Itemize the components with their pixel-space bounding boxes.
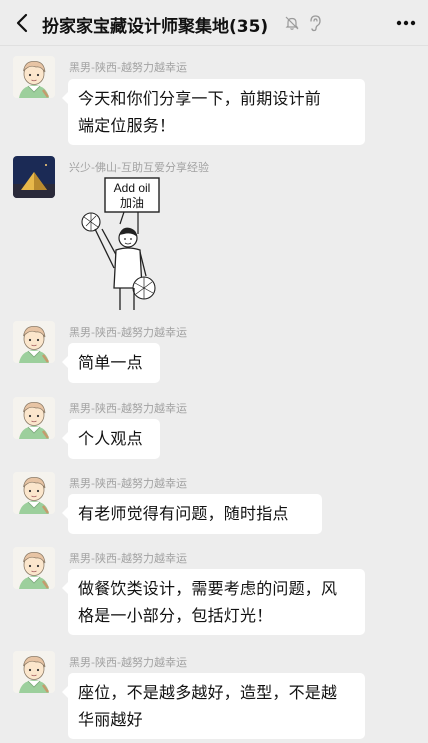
message-bubble[interactable]: 有老师觉得有问题，随时指点: [62, 494, 322, 534]
bell-muted-icon: [285, 16, 299, 30]
add-oil-sticker[interactable]: Add oil 加油: [78, 176, 170, 312]
message-text-line: 个人观点: [78, 429, 143, 448]
sender-name: 黑男-陕西-越努力越幸运: [69, 326, 187, 339]
message-text-line: 端定位服务！: [78, 116, 176, 135]
message-text-line: 座位，不是越多越好，造型，不是越: [78, 683, 338, 702]
sender-name: 黑男-陕西-越努力越幸运: [69, 402, 187, 415]
avatar[interactable]: [13, 321, 55, 363]
message-bubble[interactable]: 今天和你们分享一下，前期设计前 端定位服务！: [62, 79, 365, 145]
message-bubble[interactable]: 做餐饮类设计，需要考虑的问题，风 格是一小部分，包括灯光！: [62, 569, 365, 635]
sender-name: 黑男-陕西-越努力越幸运: [69, 552, 187, 565]
message-text-line: 今天和你们分享一下，前期设计前: [78, 89, 322, 108]
message-text-line: 简单一点: [78, 353, 143, 372]
message-text-line: 华丽越好: [78, 710, 143, 729]
sender-name: 黑男-陕西-越努力越幸运: [69, 477, 187, 490]
message-text-line: 做餐饮类设计，需要考虑的问题，风: [78, 579, 338, 598]
ear-icon: [310, 15, 321, 32]
chat-header: 扮家家宝藏设计师聚集地(35): [0, 0, 428, 46]
message-text-line: 有老师觉得有问题，随时指点: [78, 504, 289, 523]
message-bubble[interactable]: 座位，不是越多越好，造型，不是越 华丽越好: [62, 673, 365, 739]
chevron-left-icon[interactable]: [8, 8, 38, 38]
message-text-line: 格是一小部分，包括灯光！: [78, 606, 273, 625]
sticker-text: 加油: [120, 196, 144, 210]
sender-name: 黑男-陕西-越努力越幸运: [69, 656, 187, 669]
avatar[interactable]: [13, 547, 55, 589]
message-bubble[interactable]: 个人观点: [62, 419, 160, 459]
message-bubble[interactable]: 简单一点: [62, 343, 160, 383]
ellipsis-icon[interactable]: [392, 10, 420, 36]
avatar[interactable]: [13, 56, 55, 98]
avatar[interactable]: [13, 397, 55, 439]
sender-name: 兴少-佛山-互助互爱分享经验: [69, 161, 209, 174]
avatar[interactable]: [13, 472, 55, 514]
sticker-text: Add oil: [114, 181, 151, 195]
avatar[interactable]: [13, 651, 55, 693]
sender-name: 黑男-陕西-越努力越幸运: [69, 61, 187, 74]
chat-title: 扮家家宝藏设计师聚集地(35): [42, 17, 269, 37]
avatar[interactable]: [13, 156, 55, 198]
